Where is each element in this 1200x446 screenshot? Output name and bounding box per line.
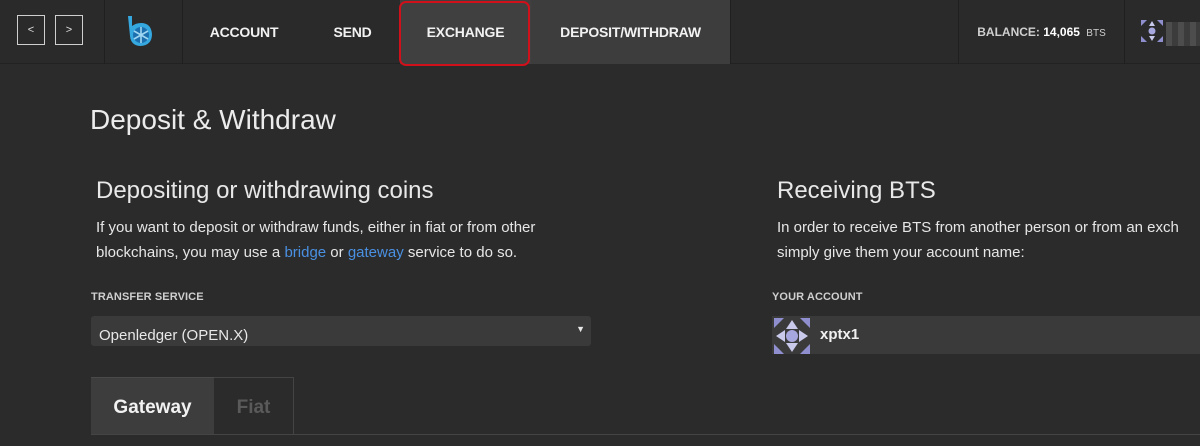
receiving-description: In order to receive BTS from another per…	[777, 215, 1200, 265]
balance-value: 14,065	[1043, 25, 1080, 39]
divider	[104, 0, 105, 64]
menu-send[interactable]: SEND	[305, 0, 400, 64]
balance-unit: BTS	[1086, 28, 1106, 39]
your-account-field[interactable]: xptx1	[772, 316, 1200, 354]
transfer-service-value: Openledger (OPEN.X)	[99, 327, 249, 344]
bridge-link[interactable]: bridge	[284, 244, 326, 261]
depositing-text: blockchains, you may use a	[96, 244, 285, 261]
receiving-line-1: In order to receive BTS from another per…	[777, 219, 1179, 236]
receiving-line-2: simply give them your account name:	[777, 244, 1025, 261]
depositing-line-2: blockchains, you may use a bridge or gat…	[96, 240, 656, 265]
receiving-section-title: Receiving BTS	[777, 177, 936, 204]
forward-button[interactable]: >	[55, 15, 83, 45]
transfer-service-select[interactable]: Openledger (OPEN.X) ▼	[91, 316, 591, 346]
menu-exchange[interactable]: EXCHANGE	[400, 0, 531, 64]
bitshares-logo-icon[interactable]	[122, 14, 158, 50]
tab-divider	[91, 434, 1200, 435]
identicon-avatar-icon	[772, 316, 812, 354]
page-title: Deposit & Withdraw	[90, 104, 336, 135]
balance-label: BALANCE:	[977, 25, 1040, 39]
identicon-avatar-icon	[1141, 20, 1163, 42]
depositing-section-title: Depositing or withdrawing coins	[96, 177, 434, 204]
top-navbar: < > ACCOUNT SEND EXCHANGE DEPOSIT/WITHDR…	[0, 0, 1200, 64]
tab-fiat[interactable]: Fiat	[214, 377, 294, 435]
divider	[730, 0, 731, 64]
balance-display[interactable]: BALANCE: 14,065 BTS	[958, 0, 1124, 64]
menu-account[interactable]: ACCOUNT	[183, 0, 305, 64]
account-name-redacted	[1166, 22, 1200, 46]
depositing-text: or	[326, 244, 348, 261]
depositing-line-1: If you want to deposit or withdraw funds…	[96, 219, 536, 236]
tab-gateway[interactable]: Gateway	[91, 377, 214, 435]
back-button[interactable]: <	[17, 15, 45, 45]
your-account-label: YOUR ACCOUNT	[772, 291, 863, 303]
gateway-link[interactable]: gateway	[348, 244, 404, 261]
depositing-description: If you want to deposit or withdraw funds…	[96, 215, 656, 265]
menu-deposit-withdraw[interactable]: DEPOSIT/WITHDRAW	[531, 0, 730, 64]
depositing-text: service to do so.	[403, 244, 518, 261]
account-name: xptx1	[820, 326, 860, 343]
transfer-service-label: TRANSFER SERVICE	[91, 291, 204, 303]
dropdown-caret-icon: ▼	[576, 324, 585, 334]
